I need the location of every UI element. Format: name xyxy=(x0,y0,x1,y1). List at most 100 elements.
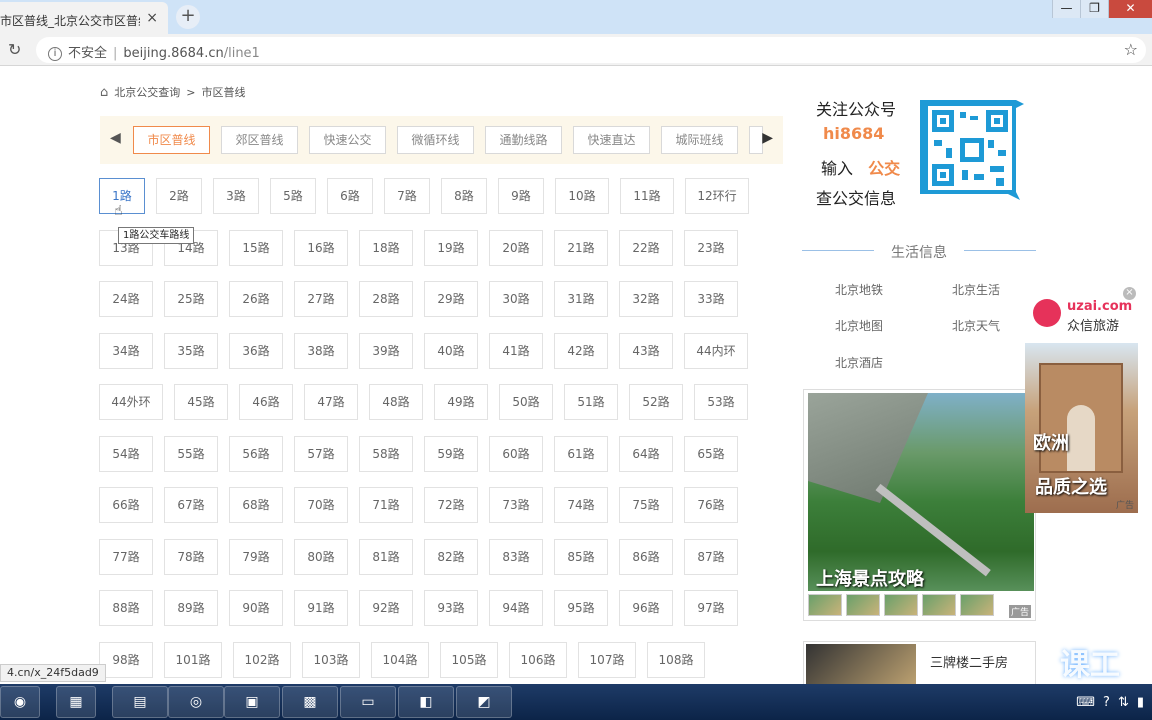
pycharm-icon[interactable]: ▩ xyxy=(282,686,338,718)
tab-category-2[interactable]: 快速公交 xyxy=(309,126,386,154)
route-button[interactable]: 34路 xyxy=(99,333,153,369)
route-button[interactable]: 76路 xyxy=(684,487,738,523)
keyboard-icon[interactable]: ⌨ xyxy=(1076,695,1095,710)
route-button[interactable]: 12环行 xyxy=(685,178,749,214)
route-button[interactable]: 70路 xyxy=(294,487,348,523)
route-button[interactable]: 108路 xyxy=(647,642,705,678)
route-button[interactable]: 66路 xyxy=(99,487,153,523)
tab-category-4[interactable]: 通勤线路 xyxy=(485,126,562,154)
route-button[interactable]: 3路 xyxy=(213,178,259,214)
route-button[interactable]: 78路 xyxy=(164,539,218,575)
route-button[interactable]: 11路 xyxy=(620,178,674,214)
route-button[interactable]: 21路 xyxy=(554,230,608,266)
edit-app-icon[interactable]: ◩ xyxy=(456,686,512,718)
new-tab-button[interactable]: + xyxy=(176,5,200,29)
route-button[interactable]: 106路 xyxy=(509,642,567,678)
tab-category-0[interactable]: 市区普线 xyxy=(133,126,210,154)
maximize-button[interactable]: ❐ xyxy=(1080,0,1108,18)
scroll-left-icon[interactable]: ◀ xyxy=(110,130,121,146)
ad-thumbnail[interactable] xyxy=(922,594,956,616)
route-button[interactable]: 45路 xyxy=(174,384,228,420)
route-button[interactable]: 31路 xyxy=(554,281,608,317)
ad-thumbnail[interactable] xyxy=(846,594,880,616)
route-button[interactable]: 39路 xyxy=(359,333,413,369)
route-button[interactable]: 46路 xyxy=(239,384,293,420)
route-button[interactable]: 47路 xyxy=(304,384,358,420)
life-link-metro[interactable]: 北京地铁 xyxy=(835,281,883,298)
route-button[interactable]: 30路 xyxy=(489,281,543,317)
route-button[interactable]: 33路 xyxy=(684,281,738,317)
route-button[interactable]: 88路 xyxy=(99,590,153,626)
route-button[interactable]: 94路 xyxy=(489,590,543,626)
route-button[interactable]: 81路 xyxy=(359,539,413,575)
minimize-button[interactable]: — xyxy=(1052,0,1080,18)
scenic-ad[interactable]: 上海景点攻略 广告 xyxy=(803,389,1036,621)
floating-ad[interactable]: uzai.com 众信旅游 × 欧洲 品质之选 广告 xyxy=(1025,285,1138,513)
home-icon[interactable]: ⌂ xyxy=(100,85,108,100)
route-button[interactable]: 10路 xyxy=(555,178,609,214)
route-button[interactable]: 74路 xyxy=(554,487,608,523)
route-button[interactable]: 79路 xyxy=(229,539,283,575)
notepad-icon[interactable]: ▤ xyxy=(112,686,168,718)
route-button[interactable]: 2路 xyxy=(156,178,202,214)
route-button[interactable]: 71路 xyxy=(359,487,413,523)
browser-tab[interactable]: 市区普线_北京公交市区普线 × xyxy=(0,2,168,34)
route-button[interactable]: 73路 xyxy=(489,487,543,523)
route-button[interactable]: 41路 xyxy=(489,333,543,369)
firefox-icon[interactable]: ◉ xyxy=(0,686,40,718)
tab-category-5[interactable]: 快速直达 xyxy=(573,126,650,154)
route-button[interactable]: 49路 xyxy=(434,384,488,420)
tab-close-icon[interactable]: × xyxy=(146,10,158,26)
route-button[interactable]: 20路 xyxy=(489,230,543,266)
info-icon[interactable]: i xyxy=(48,46,62,61)
powerpoint-icon[interactable]: ◧ xyxy=(398,686,454,718)
reload-icon[interactable]: ↻ xyxy=(8,40,21,59)
route-button[interactable]: 72路 xyxy=(424,487,478,523)
route-button[interactable]: 90路 xyxy=(229,590,283,626)
route-button[interactable]: 60路 xyxy=(489,436,543,472)
route-button[interactable]: 42路 xyxy=(554,333,608,369)
route-button[interactable]: 107路 xyxy=(578,642,636,678)
route-button[interactable]: 64路 xyxy=(619,436,673,472)
network-icon[interactable]: ⇅ xyxy=(1118,695,1129,710)
route-button[interactable]: 53路 xyxy=(694,384,748,420)
route-button[interactable]: 82路 xyxy=(424,539,478,575)
route-button[interactable]: 103路 xyxy=(302,642,360,678)
route-button[interactable]: 16路 xyxy=(294,230,348,266)
news-item[interactable]: 三牌楼二手房 xyxy=(803,641,1036,685)
route-button[interactable]: 26路 xyxy=(229,281,283,317)
life-link-weather[interactable]: 北京天气 xyxy=(952,317,1000,334)
route-button[interactable]: 36路 xyxy=(229,333,283,369)
bookmark-star-icon[interactable]: ☆ xyxy=(1124,40,1138,59)
route-button[interactable]: 8路 xyxy=(441,178,487,214)
route-button[interactable]: 52路 xyxy=(629,384,683,420)
route-button[interactable]: 6路 xyxy=(327,178,373,214)
battery-icon[interactable]: ▮ xyxy=(1137,695,1144,710)
route-button[interactable]: 95路 xyxy=(554,590,608,626)
route-button[interactable]: 29路 xyxy=(424,281,478,317)
route-button[interactable]: 61路 xyxy=(554,436,608,472)
scroll-right-icon[interactable]: ▶ xyxy=(762,130,773,146)
tab-category-3[interactable]: 微循环线 xyxy=(397,126,474,154)
ad-thumbnail[interactable] xyxy=(884,594,918,616)
route-button[interactable]: 104路 xyxy=(371,642,429,678)
file-explorer-icon[interactable]: ▭ xyxy=(340,686,396,718)
route-button[interactable]: 101路 xyxy=(164,642,222,678)
route-button[interactable]: 59路 xyxy=(424,436,478,472)
route-button[interactable]: 27路 xyxy=(294,281,348,317)
route-button[interactable]: 105路 xyxy=(440,642,498,678)
route-button[interactable]: 83路 xyxy=(489,539,543,575)
route-button[interactable]: 28路 xyxy=(359,281,413,317)
route-button[interactable]: 35路 xyxy=(164,333,218,369)
tab-category-6[interactable]: 城际班线 xyxy=(661,126,738,154)
route-button[interactable]: 92路 xyxy=(359,590,413,626)
route-button[interactable]: 40路 xyxy=(424,333,478,369)
control-panel-icon[interactable]: ▣ xyxy=(224,686,280,718)
route-button[interactable]: 24路 xyxy=(99,281,153,317)
tab-category-1[interactable]: 郊区普线 xyxy=(221,126,298,154)
route-button[interactable]: 18路 xyxy=(359,230,413,266)
breadcrumb-home-link[interactable]: 北京公交查询 xyxy=(114,86,180,99)
route-button[interactable]: 51路 xyxy=(564,384,618,420)
ad-thumbnail[interactable] xyxy=(960,594,994,616)
start-icon[interactable]: ▦ xyxy=(56,686,96,718)
